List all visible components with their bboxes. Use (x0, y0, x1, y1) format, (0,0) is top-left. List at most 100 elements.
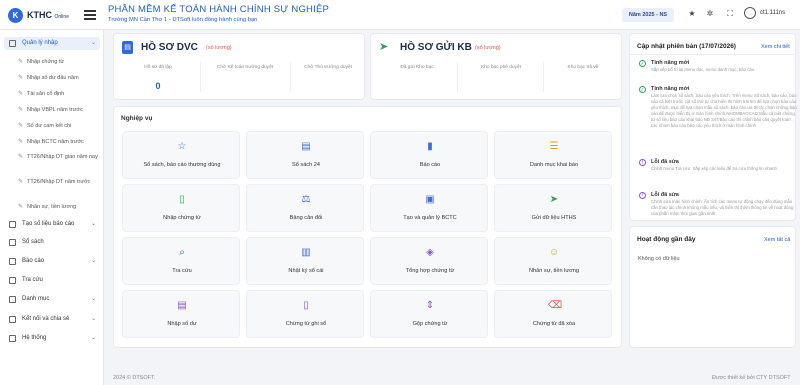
star-icon[interactable]: ★ (686, 8, 698, 20)
file-text-icon: ▯ (303, 300, 309, 311)
tile-folder-plus[interactable]: ▣ Tạo và quản lý BCTC (370, 184, 488, 232)
sidebar-subitem[interactable]: ✎ Nhập chứng từ (18, 58, 102, 66)
kb-card: ➤ HỒ SƠ GỬI KB (số lượng) Đã gửi Kho bạc… (370, 33, 622, 100)
tile-label: Nhập chứng từ (163, 215, 201, 221)
users-icon: ☺ (548, 247, 560, 258)
check-icon: ✓ (639, 86, 646, 93)
app-title: PHẦN MỀM KẾ TOÁN HÀNH CHÍNH SỰ NGHIỆP (108, 4, 330, 15)
sidebar-subitem-label: Tài sản cố định (27, 91, 65, 97)
dvc-created-label: Hồ sơ đã lập (144, 65, 172, 70)
pen-icon: ✎ (18, 75, 24, 81)
tile-document[interactable]: ▯ Nhập chứng từ (122, 184, 240, 232)
sidebar-subitem-label: Nhập số dư đầu năm (27, 75, 79, 81)
tile-merge[interactable]: ⇕ Gộp chứng từ (370, 290, 488, 338)
sidebar-subitem-label: Nhập BCTC năm trước (27, 139, 84, 145)
sidebar-item-label: Tra cứu (22, 277, 43, 283)
sidebar-subitem[interactable]: ✎ Tài sản cố định (18, 90, 102, 98)
scale-icon: ⚖ (301, 194, 311, 205)
pen-icon: ✎ (18, 107, 24, 113)
sidebar-item-he-thong[interactable]: Hệ thống ⌄ (4, 332, 100, 345)
sidebar-item-label: Danh mục (22, 296, 50, 302)
activity-empty-text: Không có dữ liệu (638, 256, 680, 262)
update-title: Lỗi đã sửa (651, 192, 679, 198)
tile-label: Tạo và quản lý BCTC (403, 215, 457, 221)
pen-icon: ✎ (18, 204, 24, 210)
tile-trash[interactable]: ⌫ Chứng từ đã xóa (494, 290, 612, 338)
module-icon (9, 258, 16, 265)
trash-icon: ⌫ (548, 300, 563, 311)
tile-send[interactable]: ➤ Gửi dữ liệu HTHS (494, 184, 612, 232)
sidebar-subitem-label: TT26/Nhập DT năm trước (27, 179, 91, 185)
fullscreen-icon[interactable]: ⛶ (724, 8, 736, 20)
chevron-down-icon: ⌄ (90, 296, 96, 302)
sidebar-item-so-sach[interactable]: Sổ sách (4, 236, 100, 249)
dvc-created-value[interactable]: 0 (122, 81, 194, 91)
tile-receipt[interactable]: ▤ Nhập số dư (122, 290, 240, 338)
settings-icon[interactable]: ✲ (704, 8, 716, 20)
tile-file-text[interactable]: ▯ Chứng từ ghi sổ (246, 290, 364, 338)
tile-scale[interactable]: ⚖ Bảng cân đối (246, 184, 364, 232)
tile-search[interactable]: ⌕ Tra cứu (122, 237, 240, 285)
chevron-down-icon: ⌄ (90, 316, 96, 322)
sidebar-item-danh-muc[interactable]: Danh mục ⌄ (4, 293, 100, 306)
receipt-icon: ▤ (177, 300, 187, 311)
sidebar-subitem-label: Số dư cam kết chi (27, 123, 72, 129)
update-desc: Chỉnh sửa màn hình chính: Ẩn tích các me… (651, 199, 794, 216)
chevron-down-icon: ⌄ (90, 335, 96, 341)
layers-icon: ◈ (426, 247, 434, 258)
sidebar-subitem[interactable]: ✎ TT26/Nhập DT năm trước (18, 178, 102, 186)
tile-list[interactable]: ☰ Danh mục khai báo (494, 131, 612, 179)
dvc-chief-accountant-label: Chờ Kế toán trưởng duyệt (216, 65, 274, 70)
pen-icon: ✎ (18, 91, 24, 97)
sidebar-item-tao-so-lieu[interactable]: Tạo số liệu báo cáo ⌄ (4, 218, 100, 231)
kb-qty-label: (số lượng) (475, 45, 501, 51)
update-title: Tính năng mới (651, 60, 690, 66)
pen-icon: ✎ (18, 154, 24, 160)
tile-label: Tra cứu (172, 268, 192, 274)
sidebar-item-bao-cao[interactable]: Báo cáo ⌄ (4, 255, 100, 268)
sidebar-subitem-label: Nhân sự, tiền lương (27, 204, 77, 210)
username[interactable]: ct1.111ns (760, 10, 785, 16)
updates-panel: Cập nhật phiên bản (17/07/2026) Xem chi … (629, 33, 797, 221)
tile-label: Danh mục khai báo (529, 162, 579, 168)
sidebar-item-label: Hệ thống (22, 335, 47, 341)
sidebar-item-label: Kết nối và chia sẻ (22, 316, 70, 322)
tile-journal[interactable]: ▥ Nhật ký sổ cái (246, 237, 364, 285)
pen-icon: ✎ (18, 179, 24, 185)
pen-icon: ✎ (18, 123, 24, 129)
updates-view-all-link[interactable]: Xem chi tiết (761, 44, 790, 50)
avatar[interactable] (744, 7, 756, 19)
footer-credit: Được thiết kế bởi CTY DTSOFT (712, 375, 791, 381)
sidebar-subitem[interactable]: ✎ Số dư cam kết chi (18, 122, 102, 130)
sidebar-subitem-label: Nhập VBPL năm trước (27, 107, 83, 113)
tile-layers[interactable]: ◈ Tổng hợp chứng từ (370, 237, 488, 285)
sidebar-subitem[interactable]: ✎ Nhập số dư đầu năm (18, 74, 102, 82)
tile-users[interactable]: ☺ Nhân sự, tiền lương (494, 237, 612, 285)
kb-returned-label: Kho bạc trả về (567, 65, 599, 70)
sidebar: Quản lý nhập ⌄ ✎ Nhập chứng từ ✎ Nhập số dư… (0, 30, 104, 385)
tile-book[interactable]: ▤ Sổ sách 24 (246, 131, 364, 179)
sidebar-item-tra-cuu[interactable]: Tra cứu (4, 274, 100, 287)
document-icon: ▤ (122, 41, 133, 54)
tile-bar-chart[interactable]: ▮ Báo cáo (370, 131, 488, 179)
tile-label: Nhật ký sổ cái (288, 268, 324, 274)
star-icon: ☆ (177, 141, 187, 152)
year-selector[interactable]: Năm 2025 - NS (622, 8, 674, 22)
sidebar-item-ket-noi[interactable]: Kết nối và chia sẻ ⌄ (4, 313, 100, 326)
sidebar-subitem[interactable]: ✎ Nhân sự, tiền lương (18, 203, 102, 211)
module-icon (9, 221, 16, 228)
update-title: Tính năng mới (651, 86, 690, 92)
menu-toggle-icon[interactable] (84, 10, 96, 20)
sidebar-item-quan-ly-nhap[interactable]: Quản lý nhập ⌄ (4, 37, 100, 50)
chevron-down-icon: ⌄ (90, 221, 96, 227)
tile-star[interactable]: ☆ Sổ sách, báo cáo thường dùng (122, 131, 240, 179)
check-icon: ✓ (639, 60, 646, 67)
activity-view-all-link[interactable]: Xem tất cả (764, 237, 790, 243)
brand-name: KTHC Online (27, 10, 69, 20)
sidebar-subitem[interactable]: ✎ Nhập BCTC năm trước (18, 138, 102, 146)
update-desc: Chỉnh menu Tra cứu: Sắp xếp các kiểu để … (651, 166, 777, 171)
send-icon: ➤ (549, 194, 559, 205)
sidebar-subitem[interactable]: ✎ Nhập VBPL năm trước (18, 106, 102, 114)
sidebar-subitem[interactable]: ✎ TT26/Nhập DT giao năm nay (18, 153, 102, 161)
sidebar-item-label: Quản lý nhập (22, 40, 58, 46)
